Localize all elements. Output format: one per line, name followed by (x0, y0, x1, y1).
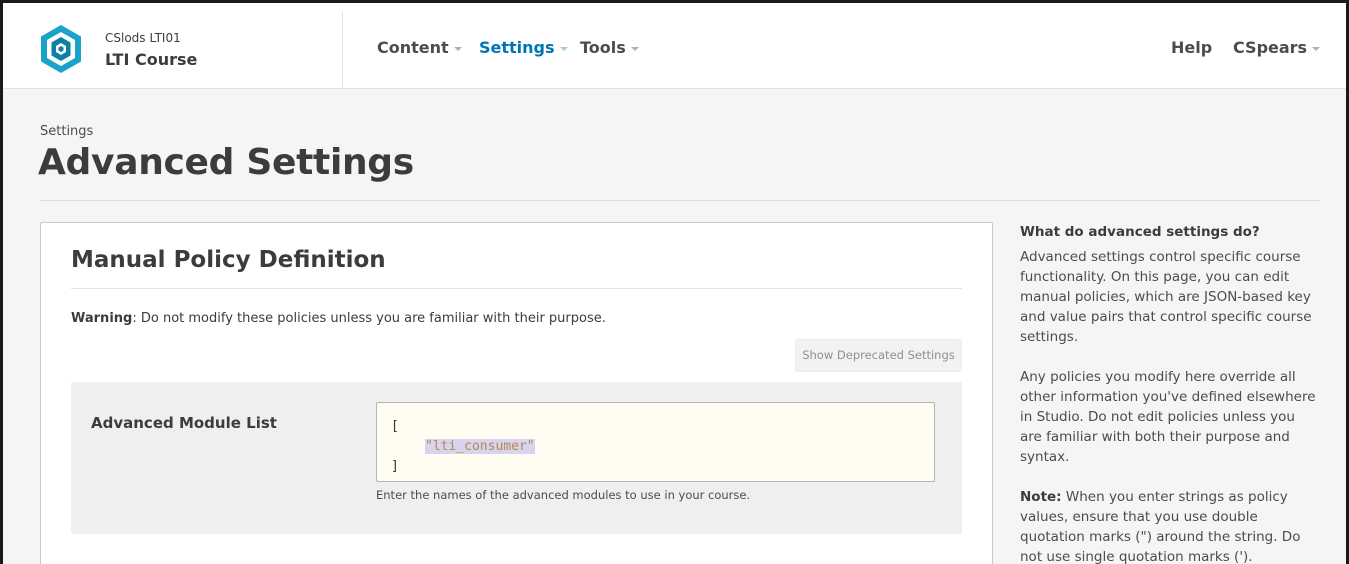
policy-json-editor[interactable]: [ "lti_consumer" ] (376, 402, 935, 482)
help-label: Help (1171, 38, 1213, 57)
note-label: Note: (1020, 489, 1062, 505)
sidebar-note: Note: When you enter strings as policy v… (1020, 487, 1320, 564)
help-sidebar: What do advanced settings do? Advanced s… (1020, 222, 1320, 564)
page-title: Advanced Settings (38, 142, 414, 183)
course-org: CSlods (105, 31, 146, 45)
warning-label: Warning (71, 311, 133, 326)
setting-help-text: Enter the names of the advanced modules … (376, 488, 751, 502)
user-name: CSpears (1233, 38, 1308, 57)
sidebar-paragraph: Advanced settings control specific cours… (1020, 249, 1312, 345)
section-divider (71, 288, 962, 289)
section-title: Manual Policy Definition (71, 247, 386, 273)
show-deprecated-settings-button[interactable]: Show Deprecated Settings (795, 339, 962, 372)
nav-content-menu[interactable]: Content (377, 38, 462, 57)
nav-tools-label: Tools (580, 38, 626, 57)
header-divider (342, 12, 343, 88)
nav-content-label: Content (377, 38, 449, 57)
warning-message: Warning: Do not modify these policies un… (71, 311, 606, 326)
json-close-bracket: ] (391, 459, 399, 474)
chevron-down-icon (1312, 47, 1321, 51)
json-open-bracket: [ (391, 419, 399, 434)
nav-settings-menu[interactable]: Settings (479, 38, 568, 57)
breadcrumb: Settings (40, 124, 94, 139)
chevron-down-icon (559, 47, 568, 51)
manual-policy-card: Manual Policy Definition Warning: Do not… (40, 222, 993, 564)
json-line: "lti_consumer" (391, 437, 934, 457)
sidebar-heading: What do advanced settings do? (1020, 224, 1260, 240)
studio-header: CSlods LTI01 LTI Course Content Settings … (0, 0, 1349, 89)
nav-settings-label: Settings (479, 38, 555, 57)
sidebar-paragraph: Any policies you modify here override al… (1020, 369, 1316, 465)
chevron-down-icon (630, 47, 639, 51)
setting-label: Advanced Module List (91, 414, 277, 432)
studio-logo-icon[interactable] (38, 23, 84, 75)
help-link[interactable]: Help (1171, 38, 1212, 57)
course-name[interactable]: LTI Course (105, 50, 197, 69)
note-text: When you enter strings as policy values,… (1020, 489, 1301, 564)
setting-row-advanced-modules: Advanced Module List [ "lti_consumer" ] … (71, 382, 962, 534)
json-string-value: "lti_consumer" (425, 439, 535, 454)
course-org-number: CSlods LTI01 (105, 31, 181, 45)
chevron-down-icon (453, 47, 462, 51)
user-menu[interactable]: CSpears (1233, 38, 1321, 57)
nav-tools-menu[interactable]: Tools (580, 38, 639, 57)
course-number: LTI01 (149, 31, 181, 45)
warning-text: : Do not modify these policies unless yo… (132, 311, 606, 326)
title-divider (40, 200, 1320, 201)
